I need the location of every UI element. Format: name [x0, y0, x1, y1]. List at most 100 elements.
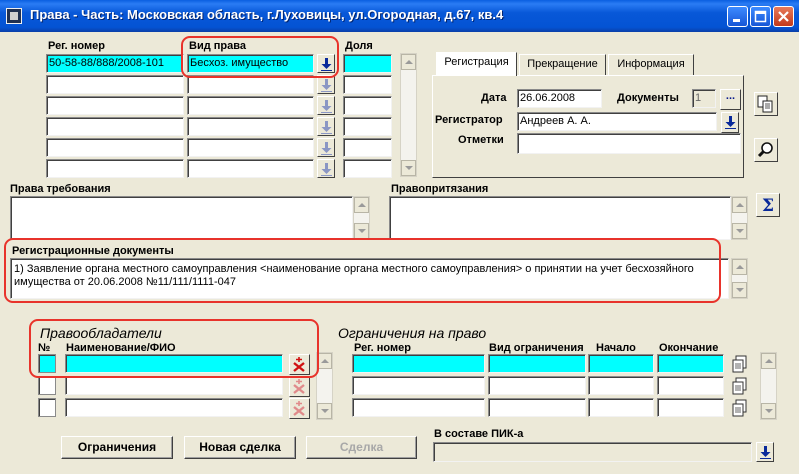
- pretensions-textarea[interactable]: [389, 196, 731, 240]
- reg-docs-scrollbar[interactable]: [731, 258, 748, 299]
- scroll-up-button[interactable]: [317, 353, 332, 369]
- copy-button[interactable]: [754, 92, 778, 116]
- share-cell[interactable]: [343, 54, 392, 73]
- pik-label: В составе ПИК-а: [434, 428, 524, 440]
- restr-reg-number-cell[interactable]: [352, 354, 485, 373]
- restr-type-cell[interactable]: [488, 376, 586, 395]
- deal-button[interactable]: Сделка: [306, 436, 417, 459]
- right-type-cell[interactable]: Бесхоз. имущество: [187, 54, 314, 73]
- holder-num-cell[interactable]: [38, 398, 56, 417]
- reg-number-cell[interactable]: 50-58-88/888/2008-101: [46, 54, 184, 73]
- scroll-down-button[interactable]: [732, 282, 747, 298]
- reg-number-cell[interactable]: [46, 159, 184, 178]
- down-arrow-icon: [321, 142, 332, 155]
- share-cell[interactable]: [343, 96, 392, 115]
- restrictions-scrollbar[interactable]: [760, 352, 777, 420]
- scroll-up-button[interactable]: [401, 54, 416, 70]
- documents-more-button[interactable]: ...: [720, 89, 741, 110]
- scroll-up-button[interactable]: [354, 197, 369, 213]
- share-cell[interactable]: [343, 159, 392, 178]
- pretensions-scrollbar[interactable]: [731, 196, 748, 240]
- date-field[interactable]: 26.06.2008: [517, 89, 602, 108]
- rights-claims-label: Права требования: [10, 183, 111, 195]
- sum-button[interactable]: Σ: [756, 193, 780, 217]
- rights-claims-scrollbar[interactable]: [353, 196, 370, 240]
- scroll-down-button[interactable]: [732, 223, 747, 239]
- delete-person-icon: [293, 401, 305, 416]
- holders-name-header: Наименование/ФИО: [66, 342, 176, 354]
- scroll-down-button[interactable]: [317, 403, 332, 419]
- share-cell[interactable]: [343, 75, 392, 94]
- restrictions-title: Ограничения на право: [338, 325, 487, 341]
- delete-holder-button[interactable]: [289, 376, 310, 397]
- reg-number-cell[interactable]: [46, 96, 184, 115]
- reg-docs-label: Регистрационные документы: [12, 245, 174, 257]
- scroll-up-button[interactable]: [761, 353, 776, 369]
- search-button[interactable]: [754, 138, 778, 162]
- registrar-dropdown-button[interactable]: [721, 112, 739, 133]
- reg-number-cell[interactable]: [46, 75, 184, 94]
- rights-scrollbar[interactable]: [400, 53, 417, 177]
- holder-num-cell[interactable]: [38, 354, 56, 373]
- reg-number-cell[interactable]: [46, 138, 184, 157]
- tab-termination[interactable]: Прекращение: [519, 54, 606, 75]
- right-type-dropdown-button[interactable]: [317, 54, 335, 73]
- restr-start-cell[interactable]: [588, 354, 654, 373]
- right-type-cell[interactable]: [187, 75, 314, 94]
- reg-number-cell[interactable]: [46, 117, 184, 136]
- restr-end-cell[interactable]: [657, 398, 724, 417]
- rights-claims-textarea[interactable]: [10, 196, 353, 240]
- restr-start-cell[interactable]: [588, 398, 654, 417]
- restr-type-cell[interactable]: [488, 354, 586, 373]
- scroll-down-button[interactable]: [401, 160, 416, 176]
- holder-num-cell[interactable]: [38, 376, 56, 395]
- scroll-up-button[interactable]: [732, 197, 747, 213]
- restr-start-cell[interactable]: [588, 376, 654, 395]
- right-type-cell[interactable]: [187, 117, 314, 136]
- holders-scrollbar[interactable]: [316, 352, 333, 420]
- delete-holder-button[interactable]: [289, 398, 310, 419]
- reg-docs-textarea[interactable]: 1) Заявление органа местного самоуправле…: [10, 258, 729, 299]
- holder-name-cell[interactable]: [65, 354, 283, 373]
- right-type-cell[interactable]: [187, 96, 314, 115]
- restr-reg-number-cell[interactable]: [352, 376, 485, 395]
- restriction-docs-button[interactable]: [731, 354, 751, 375]
- scroll-up-button[interactable]: [732, 259, 747, 275]
- restr-reg-number-cell[interactable]: [352, 398, 485, 417]
- right-type-cell[interactable]: [187, 138, 314, 157]
- tab-registration[interactable]: Регистрация: [436, 52, 517, 76]
- notes-field[interactable]: [517, 133, 741, 154]
- right-type-dropdown-button[interactable]: [317, 159, 335, 178]
- restr-end-cell[interactable]: [657, 376, 724, 395]
- restr-end-cell[interactable]: [657, 354, 724, 373]
- right-type-dropdown-button[interactable]: [317, 75, 335, 94]
- holder-name-cell[interactable]: [65, 376, 283, 395]
- right-type-dropdown-button[interactable]: [317, 96, 335, 115]
- restr-type-cell[interactable]: [488, 398, 586, 417]
- restrictions-button[interactable]: Ограничения: [61, 436, 173, 459]
- restriction-docs-button[interactable]: [731, 398, 751, 419]
- pik-field[interactable]: [433, 442, 752, 462]
- tab-information[interactable]: Информация: [608, 54, 694, 75]
- right-type-dropdown-button[interactable]: [317, 138, 335, 157]
- close-button[interactable]: [773, 6, 794, 27]
- title-bar[interactable]: Права - Часть: Московская область, г.Лух…: [0, 0, 799, 32]
- delete-person-icon: [293, 357, 305, 372]
- right-type-cell[interactable]: [187, 159, 314, 178]
- down-arrow-icon: [321, 79, 332, 92]
- minimize-button[interactable]: [727, 6, 748, 27]
- magnifier-icon: [757, 142, 773, 158]
- pik-dropdown-button[interactable]: [756, 442, 774, 462]
- scroll-down-button[interactable]: [761, 403, 776, 419]
- maximize-button[interactable]: [750, 6, 771, 27]
- scroll-down-button[interactable]: [354, 223, 369, 239]
- right-type-dropdown-button[interactable]: [317, 117, 335, 136]
- new-deal-button[interactable]: Новая сделка: [184, 436, 296, 459]
- share-cell[interactable]: [343, 117, 392, 136]
- delete-holder-button[interactable]: [289, 354, 310, 375]
- registrar-field[interactable]: Андреев А. А.: [517, 112, 717, 131]
- pretensions-label: Правопритязания: [391, 183, 489, 195]
- holder-name-cell[interactable]: [65, 398, 283, 417]
- restriction-docs-button[interactable]: [731, 376, 751, 397]
- share-cell[interactable]: [343, 138, 392, 157]
